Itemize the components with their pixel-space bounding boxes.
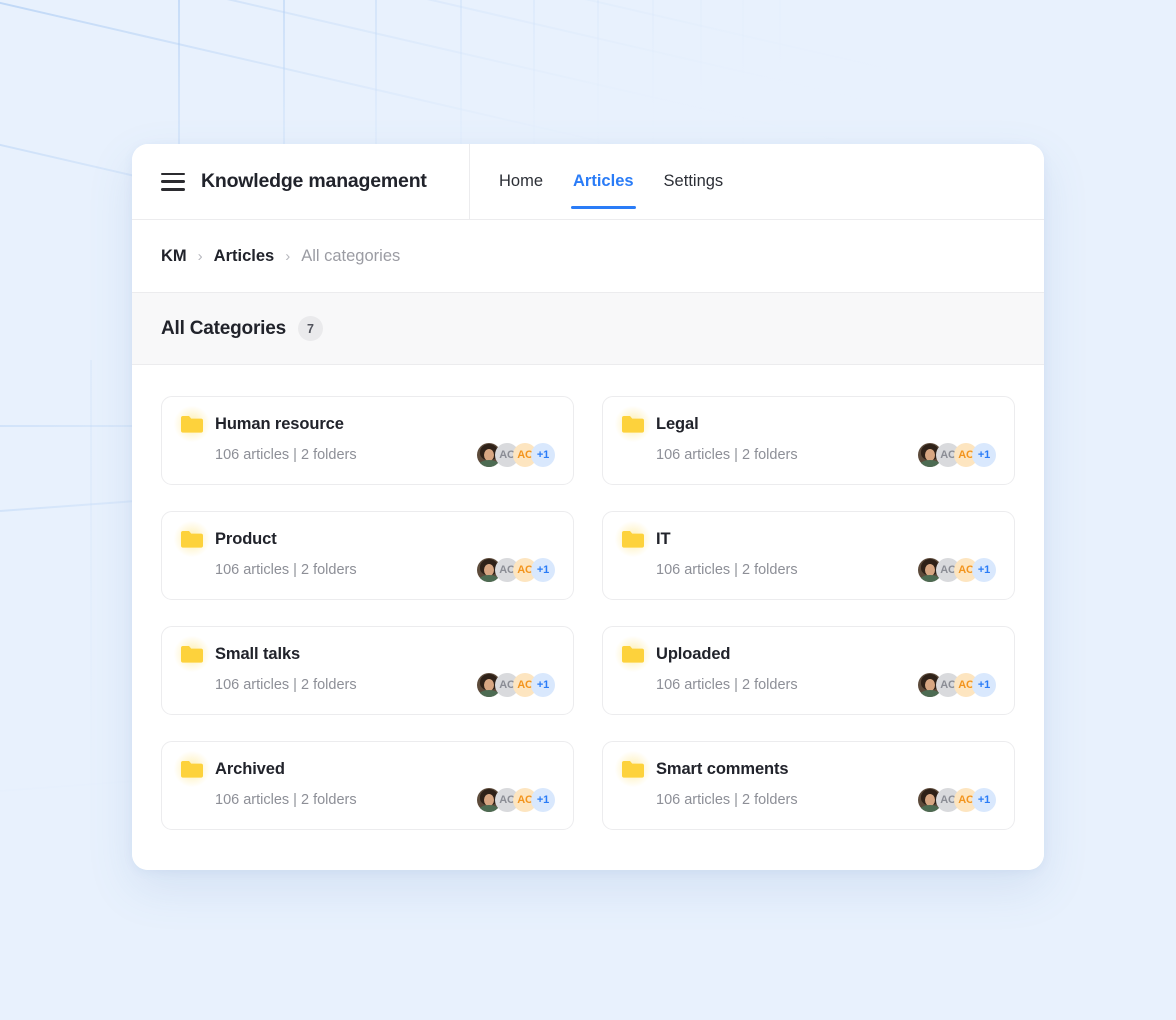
avatar-overflow-count[interactable]: +1: [972, 673, 996, 697]
card-meta: 106 articles | 2 folders: [215, 447, 357, 463]
app-window: Knowledge management Home Articles Setti…: [132, 144, 1044, 870]
category-card[interactable]: Small talks 106 articles | 2 folders AC …: [161, 626, 574, 715]
card-meta: 106 articles | 2 folders: [656, 677, 798, 693]
tab-home[interactable]: Home: [499, 144, 543, 219]
card-header: Smart comments: [614, 750, 996, 788]
avatar-overflow-count[interactable]: +1: [531, 788, 555, 812]
top-header-bar: Knowledge management Home Articles Setti…: [132, 144, 1044, 220]
folder-icon: [173, 635, 211, 673]
breadcrumb-item-articles[interactable]: Articles: [214, 247, 275, 266]
card-title: Uploaded: [656, 644, 731, 663]
card-header: Human resource: [173, 405, 555, 443]
card-meta: 106 articles | 2 folders: [215, 677, 357, 693]
page-title: All Categories: [161, 317, 286, 339]
section-header: All Categories 7: [132, 293, 1044, 365]
card-footer: 106 articles | 2 folders AC AC +1: [180, 558, 555, 582]
category-card[interactable]: Smart comments 106 articles | 2 folders …: [602, 741, 1015, 830]
folder-icon: [614, 520, 652, 558]
hamburger-icon[interactable]: [161, 172, 185, 191]
avatar-group[interactable]: AC AC +1: [918, 788, 996, 812]
tab-articles[interactable]: Articles: [571, 144, 636, 219]
card-meta: 106 articles | 2 folders: [656, 562, 798, 578]
card-header: Small talks: [173, 635, 555, 673]
card-footer: 106 articles | 2 folders AC AC +1: [621, 558, 996, 582]
app-title: Knowledge management: [201, 170, 427, 192]
avatar-overflow-count[interactable]: +1: [531, 443, 555, 467]
categories-grid: Human resource 106 articles | 2 folders …: [161, 396, 1015, 830]
folder-icon: [173, 750, 211, 788]
category-card[interactable]: IT 106 articles | 2 folders AC AC +1: [602, 511, 1015, 600]
avatar-overflow-count[interactable]: +1: [972, 558, 996, 582]
folder-icon: [614, 750, 652, 788]
tab-settings[interactable]: Settings: [664, 144, 724, 219]
brand-area: Knowledge management: [132, 144, 470, 219]
breadcrumb: KM › Articles › All categories: [132, 220, 1044, 293]
card-meta: 106 articles | 2 folders: [215, 562, 357, 578]
folder-icon: [614, 635, 652, 673]
card-footer: 106 articles | 2 folders AC AC +1: [180, 443, 555, 467]
card-footer: 106 articles | 2 folders AC AC +1: [180, 673, 555, 697]
card-header: IT: [614, 520, 996, 558]
card-header: Legal: [614, 405, 996, 443]
avatar-group[interactable]: AC AC +1: [918, 673, 996, 697]
card-title: IT: [656, 529, 671, 548]
avatar-group[interactable]: AC AC +1: [477, 558, 555, 582]
category-card[interactable]: Legal 106 articles | 2 folders AC AC +1: [602, 396, 1015, 485]
category-card[interactable]: Archived 106 articles | 2 folders AC AC …: [161, 741, 574, 830]
breadcrumb-item-km[interactable]: KM: [161, 247, 187, 266]
card-title: Small talks: [215, 644, 301, 663]
avatar-overflow-count[interactable]: +1: [531, 558, 555, 582]
card-footer: 106 articles | 2 folders AC AC +1: [621, 673, 996, 697]
folder-icon: [614, 405, 652, 443]
avatar-group[interactable]: AC AC +1: [477, 673, 555, 697]
chevron-right-icon: ›: [285, 247, 291, 265]
avatar-group[interactable]: AC AC +1: [918, 443, 996, 467]
card-footer: 106 articles | 2 folders AC AC +1: [621, 443, 996, 467]
card-title: Archived: [215, 759, 285, 778]
card-header: Archived: [173, 750, 555, 788]
avatar-overflow-count[interactable]: +1: [972, 788, 996, 812]
card-footer: 106 articles | 2 folders AC AC +1: [180, 788, 555, 812]
card-title: Legal: [656, 414, 699, 433]
folder-icon: [173, 405, 211, 443]
main-nav-tabs: Home Articles Settings: [470, 144, 723, 219]
category-card[interactable]: Uploaded 106 articles | 2 folders AC AC …: [602, 626, 1015, 715]
card-title: Human resource: [215, 414, 344, 433]
avatar-group[interactable]: AC AC +1: [918, 558, 996, 582]
card-header: Uploaded: [614, 635, 996, 673]
status-badge: 7: [297, 316, 323, 341]
card-meta: 106 articles | 2 folders: [656, 792, 798, 808]
avatar-overflow-count[interactable]: +1: [972, 443, 996, 467]
card-footer: 106 articles | 2 folders AC AC +1: [621, 788, 996, 812]
categories-grid-container: Human resource 106 articles | 2 folders …: [132, 365, 1044, 870]
avatar-overflow-count[interactable]: +1: [531, 673, 555, 697]
card-title: Smart comments: [656, 759, 789, 778]
category-card[interactable]: Product 106 articles | 2 folders AC AC +…: [161, 511, 574, 600]
avatar-group[interactable]: AC AC +1: [477, 443, 555, 467]
card-header: Product: [173, 520, 555, 558]
card-meta: 106 articles | 2 folders: [656, 447, 798, 463]
avatar-group[interactable]: AC AC +1: [477, 788, 555, 812]
card-title: Product: [215, 529, 277, 548]
card-meta: 106 articles | 2 folders: [215, 792, 357, 808]
folder-icon: [173, 520, 211, 558]
chevron-right-icon: ›: [197, 247, 203, 265]
category-card[interactable]: Human resource 106 articles | 2 folders …: [161, 396, 574, 485]
breadcrumb-item-current: All categories: [301, 246, 401, 265]
